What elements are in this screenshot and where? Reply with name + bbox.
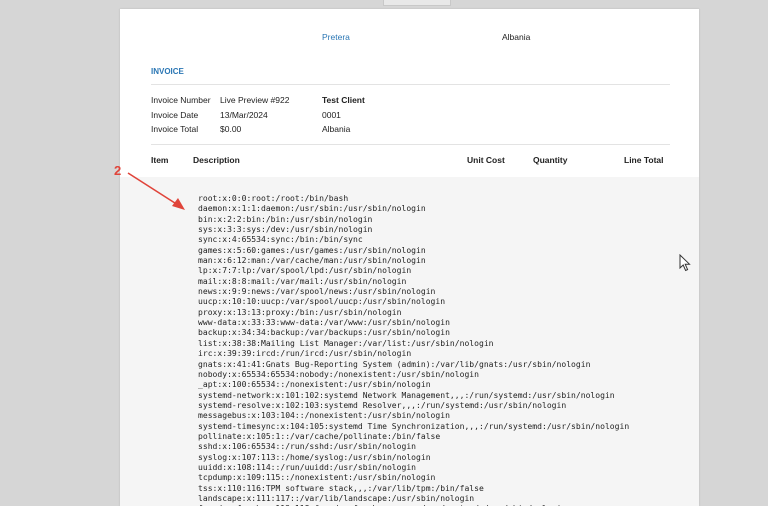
file-line: mail:x:8:8:mail:/var/mail:/usr/sbin/nolo…	[198, 277, 406, 286]
company-city: Pretera	[322, 32, 350, 42]
file-line: lp:x:7:7:lp:/var/spool/lpd:/usr/sbin/nol…	[198, 266, 411, 275]
divider	[151, 144, 670, 145]
divider	[151, 84, 670, 85]
annotation-arrow-icon	[126, 170, 188, 214]
file-line: systemd-resolve:x:102:103:systemd Resolv…	[198, 401, 566, 410]
file-line: nobody:x:65534:65534:nobody:/nonexistent…	[198, 370, 479, 379]
col-header-line-total: Line Total	[624, 155, 664, 165]
file-line: sys:x:3:3:sys:/dev:/usr/sbin/nologin	[198, 225, 372, 234]
file-line: uucp:x:10:10:uucp:/var/spool/uucp:/usr/s…	[198, 297, 445, 306]
passwd-file-dump: root:x:0:0:root:/root:/bin/bash daemon:x…	[198, 194, 629, 506]
file-line: irc:x:39:39:ircd:/run/ircd:/usr/sbin/nol…	[198, 349, 411, 358]
browser-tab-edge	[383, 0, 451, 6]
description-file-contents: root:x:0:0:root:/root:/bin/bash daemon:x…	[120, 177, 699, 506]
file-line: tss:x:110:116:TPM software stack,,,:/var…	[198, 484, 484, 493]
file-line: syslog:x:107:113::/home/syslog:/usr/sbin…	[198, 453, 431, 462]
mouse-cursor-icon	[678, 254, 692, 272]
invoice-total-value: $0.00	[220, 124, 241, 134]
file-line: bin:x:2:2:bin:/bin:/usr/sbin/nologin	[198, 215, 372, 224]
invoice-page: Pretera Albania INVOICE Invoice Number I…	[120, 9, 699, 506]
file-line: sync:x:4:65534:sync:/bin:/bin/sync	[198, 235, 363, 244]
file-line: messagebus:x:103:104::/nonexistent:/usr/…	[198, 411, 450, 420]
invoice-date-value: 13/Mar/2024	[220, 110, 268, 120]
invoice-date-label: Invoice Date	[151, 110, 198, 120]
company-country: Albania	[502, 32, 530, 42]
invoice-number-value: Live Preview #922	[220, 95, 289, 105]
file-line: systemd-timesync:x:104:105:systemd Time …	[198, 422, 629, 431]
file-line: sshd:x:106:65534::/run/sshd:/usr/sbin/no…	[198, 442, 416, 451]
annotation-number: 2	[114, 163, 121, 178]
col-header-quantity: Quantity	[533, 155, 567, 165]
invoice-title: INVOICE	[151, 67, 184, 76]
client-id: 0001	[322, 110, 341, 120]
client-country: Albania	[322, 124, 350, 134]
file-line: daemon:x:1:1:daemon:/usr/sbin:/usr/sbin/…	[198, 204, 426, 213]
file-line: _apt:x:100:65534::/nonexistent:/usr/sbin…	[198, 380, 431, 389]
file-line: list:x:38:38:Mailing List Manager:/var/l…	[198, 339, 494, 348]
file-line: root:x:0:0:root:/root:/bin/bash	[198, 194, 348, 203]
file-line: gnats:x:41:41:Gnats Bug-Reporting System…	[198, 360, 590, 369]
file-line: www-data:x:33:33:www-data:/var/www:/usr/…	[198, 318, 450, 327]
file-line: proxy:x:13:13:proxy:/bin:/usr/sbin/nolog…	[198, 308, 401, 317]
file-line: pollinate:x:105:1::/var/cache/pollinate:…	[198, 432, 440, 441]
col-header-item: Item	[151, 155, 168, 165]
client-name: Test Client	[322, 95, 365, 105]
file-line: backup:x:34:34:backup:/var/backups:/usr/…	[198, 328, 450, 337]
file-line: games:x:5:60:games:/usr/games:/usr/sbin/…	[198, 246, 426, 255]
invoice-number-label: Invoice Number	[151, 95, 211, 105]
invoice-total-label: Invoice Total	[151, 124, 198, 134]
file-line: systemd-network:x:101:102:systemd Networ…	[198, 391, 615, 400]
file-line: landscape:x:111:117::/var/lib/landscape:…	[198, 494, 474, 503]
col-header-unit-cost: Unit Cost	[467, 155, 505, 165]
col-header-description: Description	[193, 155, 240, 165]
file-line: tcpdump:x:109:115::/nonexistent:/usr/sbi…	[198, 473, 435, 482]
file-line: man:x:6:12:man:/var/cache/man:/usr/sbin/…	[198, 256, 426, 265]
file-line: news:x:9:9:news:/var/spool/news:/usr/sbi…	[198, 287, 435, 296]
file-line: uuidd:x:108:114::/run/uuidd:/usr/sbin/no…	[198, 463, 416, 472]
